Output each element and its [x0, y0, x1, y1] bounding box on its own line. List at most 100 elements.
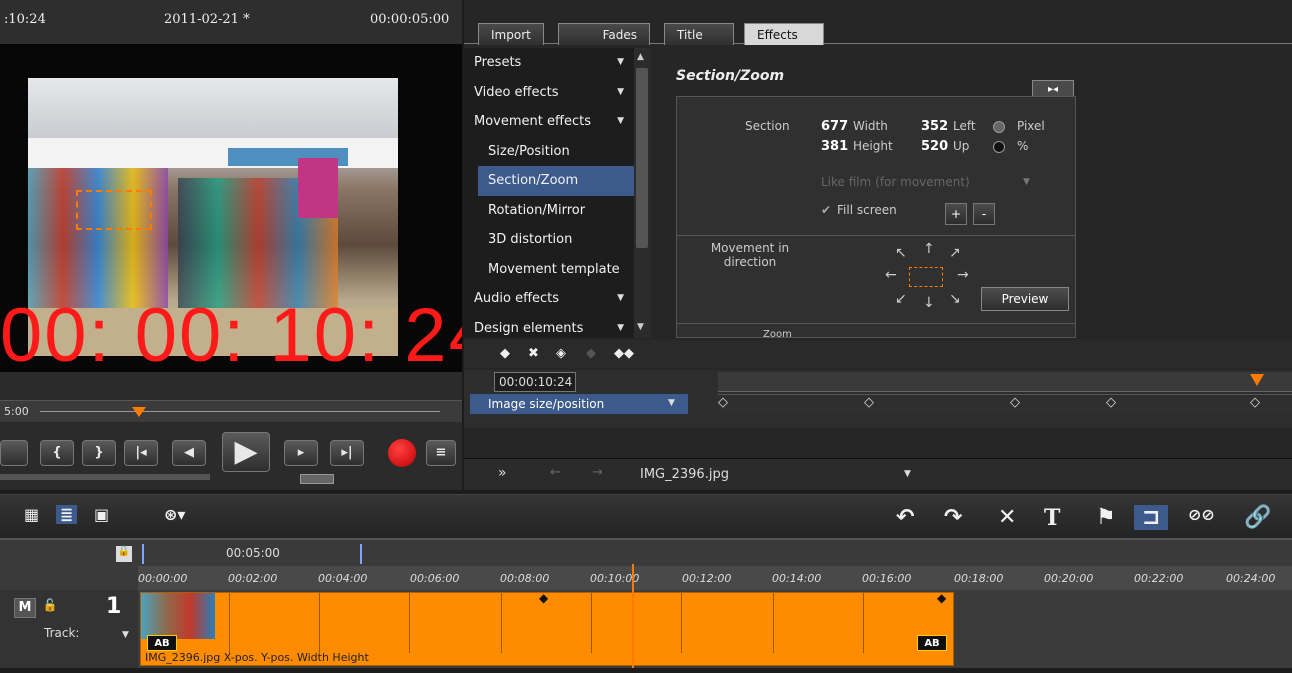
transition-out-badge[interactable]: AB	[917, 635, 947, 651]
keyframe-marker[interactable]: ◇	[1106, 395, 1116, 410]
settings-wheel-icon[interactable]: ⊛▾	[164, 505, 185, 524]
scene-view-icon[interactable]: ▣	[94, 505, 109, 524]
track-label: Track:	[44, 626, 80, 640]
link-icon[interactable]: 🔗	[1244, 505, 1271, 530]
volume-slider[interactable]	[300, 474, 334, 484]
preview-scrubber[interactable]: 5:00	[0, 400, 462, 422]
play-button[interactable]: ▶	[222, 432, 270, 472]
tab-fades[interactable]: Fades	[558, 23, 650, 45]
tab-import[interactable]: Import	[478, 23, 544, 45]
clip-keyframe-marker[interactable]: ◆	[937, 591, 946, 605]
chevron-down-icon[interactable]: ▼	[122, 630, 129, 640]
timeline-clip[interactable]: ◆ ◆ AB AB IMG_2396.jpg X-pos. Y-pos. Wid…	[140, 591, 954, 666]
menu-item-size-position[interactable]: Size/Position	[464, 137, 650, 167]
scroll-thumb[interactable]	[636, 68, 648, 248]
menu-lines-button[interactable]: ≡	[426, 440, 456, 466]
zoom-minus-button[interactable]: -	[973, 203, 995, 225]
play-range-button[interactable]: ▸	[284, 440, 318, 466]
current-filename[interactable]: IMG_2396.jpg	[640, 467, 729, 482]
scroll-down-icon[interactable]: ▼	[637, 322, 644, 332]
clip-keyframe-marker[interactable]: ◆	[539, 591, 548, 605]
delete-keyframe-icon[interactable]: ✖	[528, 346, 539, 361]
unlink-icon[interactable]: ⊘⊘	[1188, 505, 1215, 524]
mute-button[interactable]: M	[14, 598, 36, 618]
preview-button[interactable]: Preview	[981, 287, 1069, 311]
menu-item-3d-distortion[interactable]: 3D distortion	[464, 225, 650, 255]
percent-radio[interactable]	[993, 141, 1005, 153]
direction-arrows-icon[interactable]: ↖ ↑ ↗ ← → ↙ ↓ ↘	[885, 241, 975, 311]
set-in-button[interactable]: {	[40, 440, 74, 466]
left-value[interactable]: 352	[921, 119, 948, 134]
delete-icon[interactable]: ✕	[998, 505, 1016, 530]
ruler-tick: 00:06:00	[410, 572, 460, 585]
height-value[interactable]: 381	[821, 139, 848, 154]
redo-icon[interactable]: ↷	[944, 505, 962, 530]
set-out-button[interactable]: }	[82, 440, 116, 466]
transition-in-badge[interactable]: AB	[147, 635, 177, 651]
keyframe-marker[interactable]: ◇	[718, 395, 728, 410]
keyframe-track-name[interactable]: Image size/position	[470, 394, 688, 414]
pixel-radio[interactable]	[993, 121, 1005, 133]
clip-thumbnail	[141, 593, 215, 639]
scrub-playhead[interactable]	[132, 407, 146, 417]
chevron-down-icon[interactable]: ▼	[1023, 177, 1030, 187]
width-value[interactable]: 677	[821, 119, 848, 134]
timecode-overlay: 00: 00: 10: 24	[0, 293, 462, 378]
checkbox-icon[interactable]: ✔	[821, 203, 831, 217]
timeline-mode-icon[interactable]: ≣	[56, 505, 78, 524]
keyframe-playhead[interactable]	[1250, 374, 1264, 386]
video-preview[interactable]: 00: 00: 10: 24	[0, 44, 462, 378]
menu-item-rotation-mirror[interactable]: Rotation/Mirror	[464, 196, 650, 226]
snap-magnet-icon[interactable]: ⊐	[1134, 505, 1169, 530]
scroll-up-icon[interactable]: ▲	[637, 52, 644, 62]
jog-shuttle[interactable]	[0, 474, 210, 480]
chevron-down-icon[interactable]: ▼	[668, 398, 675, 408]
aspect-dropdown[interactable]: Like film (for movement)	[821, 175, 970, 189]
menu-item-movement-effects[interactable]: Movement effects ▼	[464, 107, 650, 137]
keyframe-interp-icon[interactable]: ◆◆	[614, 346, 634, 361]
keyframe-marker[interactable]: ◇	[1250, 395, 1260, 410]
track-lock-icon[interactable]: 🔓	[40, 598, 60, 618]
previous-keyframe-icon[interactable]: ◈	[556, 346, 566, 361]
undo-icon[interactable]: ↶	[896, 505, 914, 530]
keyframe-marker[interactable]: ◇	[864, 395, 874, 410]
menu-item-design-elements[interactable]: Design elements ▼	[464, 314, 650, 344]
ruler-tick: 00:18:00	[954, 572, 1004, 585]
storyboard-icon[interactable]: ▦	[24, 505, 39, 524]
keyframe-toolbar: ◆ ✖ ◈ ◆ ◆◆	[464, 340, 1292, 368]
menu-item-presets[interactable]: Presets ▼	[464, 48, 650, 78]
zoom-plus-button[interactable]: +	[945, 203, 967, 225]
stop-button[interactable]	[0, 440, 28, 466]
marker-flag-icon[interactable]: ⚑	[1096, 505, 1116, 530]
menu-scrollbar[interactable]: ▲ ▼	[634, 48, 650, 338]
section-label: Section	[745, 119, 790, 133]
menu-item-video-effects[interactable]: Video effects ▼	[464, 78, 650, 108]
menu-item-movement-template[interactable]: Movement template	[464, 255, 650, 285]
chevron-down-icon[interactable]: ▼	[904, 469, 911, 479]
expand-icon[interactable]: »	[498, 465, 507, 481]
timeline-playhead[interactable]	[632, 564, 634, 668]
go-start-button[interactable]: ◀	[172, 440, 206, 466]
menu-item-audio-effects[interactable]: Audio effects ▼	[464, 284, 650, 314]
tab-title[interactable]: Title	[664, 23, 734, 45]
keyframe-marker[interactable]: ◇	[1010, 395, 1020, 410]
keyframe-ruler[interactable]	[718, 372, 1292, 392]
keyframe-lane[interactable]: ◇ ◇ ◇ ◇ ◇	[718, 394, 1292, 414]
tab-effects[interactable]: Effects	[744, 23, 824, 45]
ruler-tick: 00:16:00	[862, 572, 912, 585]
jump-in-button[interactable]: |◂	[124, 440, 158, 466]
add-keyframe-icon[interactable]: ◆	[500, 346, 510, 361]
jump-out-button[interactable]: ▸|	[330, 440, 364, 466]
record-button[interactable]	[388, 439, 416, 467]
pink-poster	[298, 158, 338, 218]
title-text-icon[interactable]: T	[1044, 505, 1060, 531]
project-date: 2011-02-21 *	[164, 12, 250, 27]
keyframe-timecode[interactable]: 00:00:10:24	[494, 372, 576, 392]
lock-icon[interactable]: 🔒	[116, 546, 132, 562]
menu-item-section-zoom[interactable]: Section/Zoom	[478, 166, 634, 196]
up-value[interactable]: 520	[921, 139, 948, 154]
section-selection-rect[interactable]	[76, 190, 152, 230]
timeline-ruler[interactable]: 00:00:00 00:02:00 00:04:00 00:06:00 00:0…	[138, 566, 1292, 590]
menu-item-label: Audio effects	[474, 291, 560, 306]
section-zoom-properties: Section/Zoom ▸◂ Section 677 Width 352 Le…	[660, 48, 1292, 340]
